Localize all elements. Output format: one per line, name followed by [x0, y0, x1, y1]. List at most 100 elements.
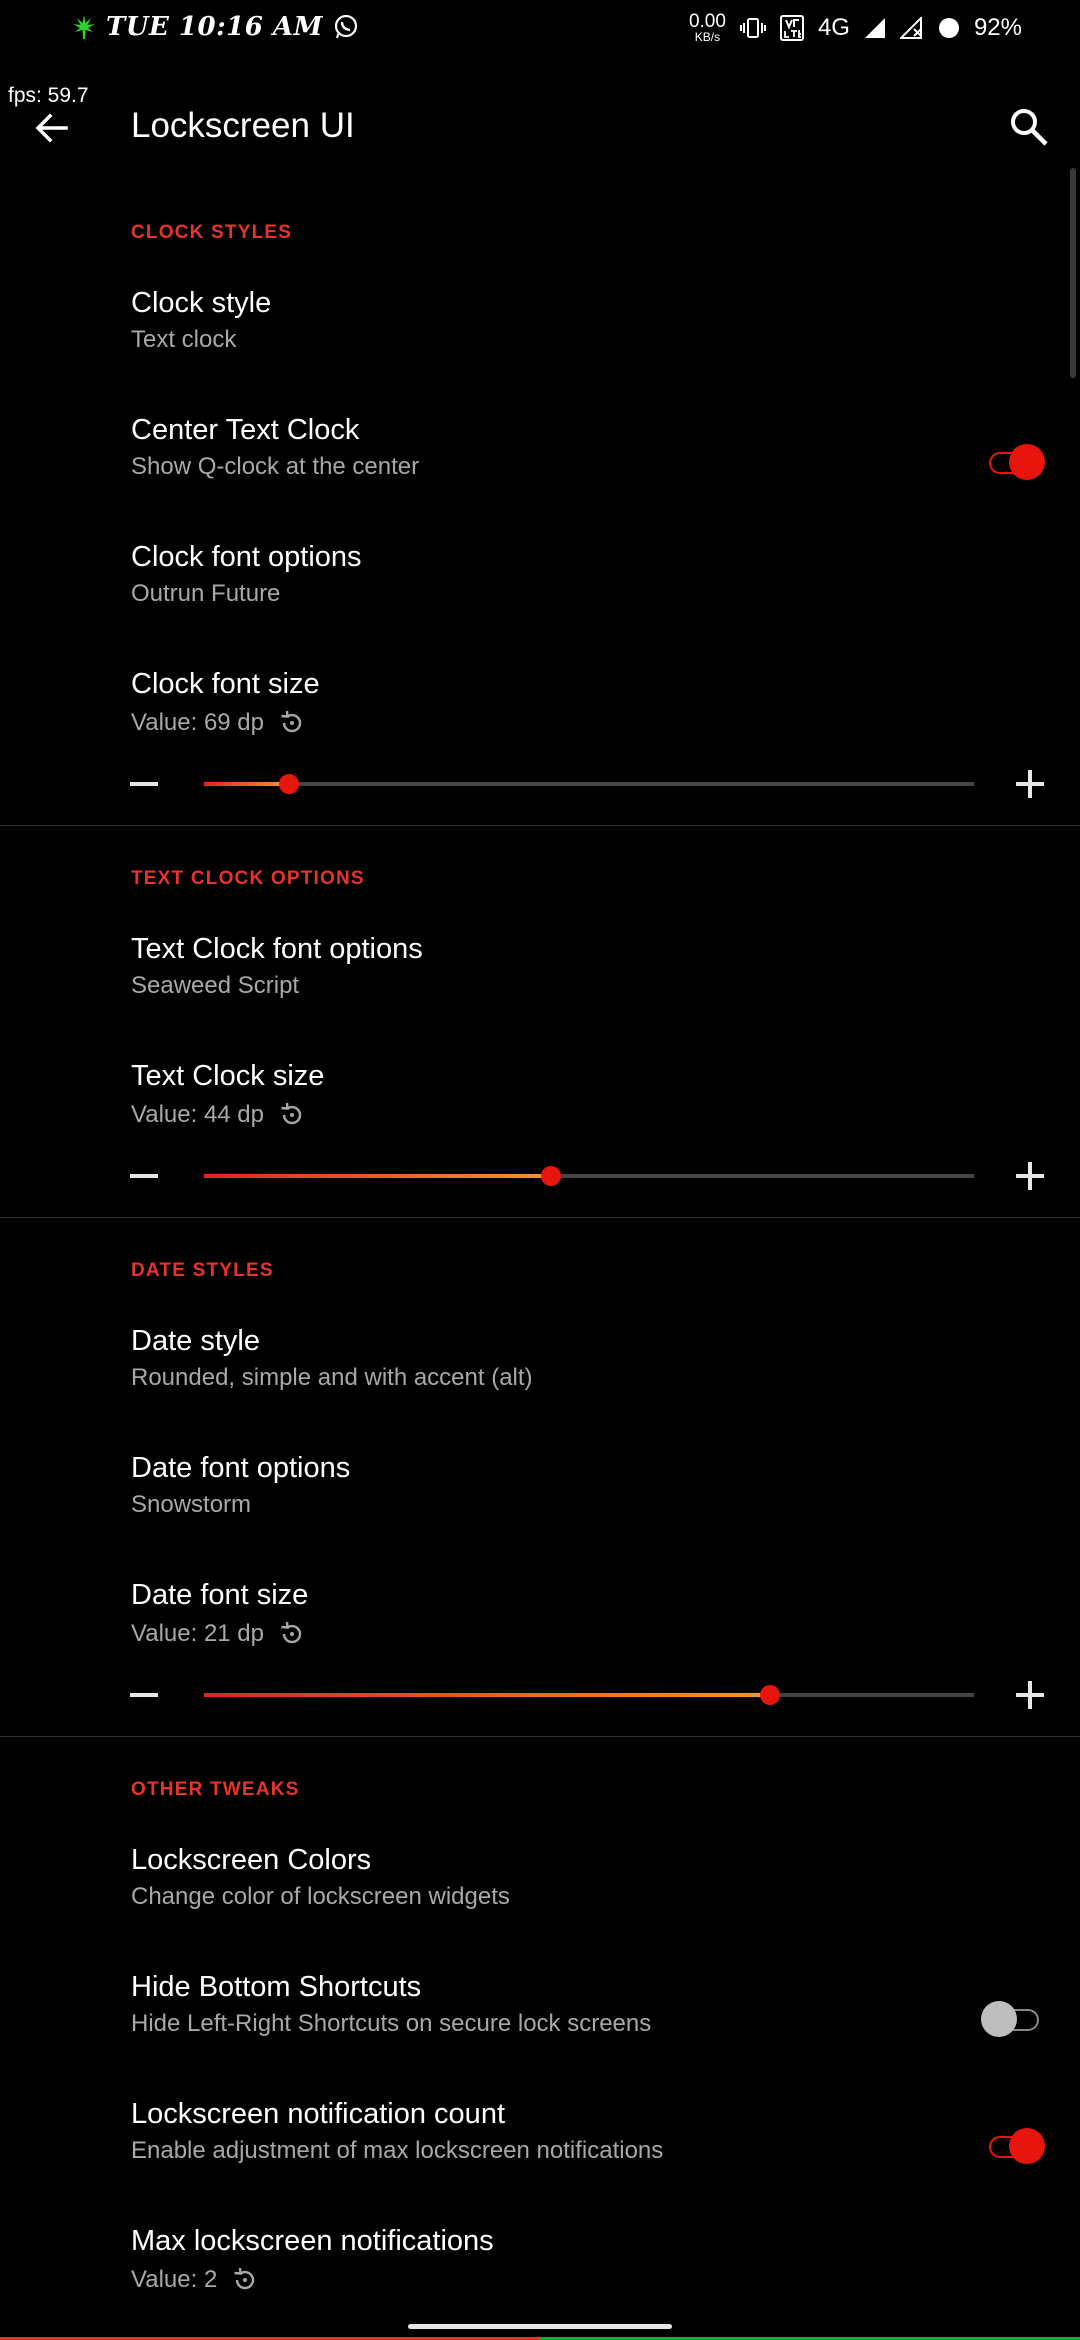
pref-hide-bottom-shortcuts[interactable]: Hide Bottom Shortcuts Hide Left-Right Sh…	[0, 1949, 1080, 2076]
switch-thumb	[1009, 444, 1045, 480]
pref-title: Clock style	[131, 287, 272, 319]
seekbar[interactable]	[204, 774, 974, 794]
value-text: Value: 69 dp	[131, 709, 264, 736]
switch-thumb	[981, 2001, 1017, 2037]
increment-button[interactable]	[1016, 1681, 1044, 1709]
pref-title: Clock font size	[131, 668, 320, 700]
gesture-navigation-pill[interactable]	[408, 2324, 672, 2329]
value-row: Value: 44 dp	[131, 1101, 1080, 1129]
pref-summary: Hide Left-Right Shortcuts on secure lock…	[131, 2010, 652, 2037]
reset-icon[interactable]	[278, 1101, 306, 1129]
section-header: DATE STYLES	[131, 1260, 274, 1281]
pref-date-style[interactable]: Date style Rounded, simple and with acce…	[0, 1303, 1080, 1430]
section-other-tweaks: OTHER TWEAKS Lockscreen Colors Change co…	[0, 1737, 1080, 2330]
pref-summary: Enable adjustment of max lockscreen noti…	[131, 2137, 664, 2164]
whatsapp-icon	[334, 14, 357, 39]
switch-thumb	[1009, 2128, 1045, 2164]
value-text: Value: 2	[131, 2266, 218, 2293]
pref-title: Text Clock font options	[131, 933, 423, 965]
notification-count-switch[interactable]	[987, 2128, 1045, 2164]
pref-title: Date style	[131, 1325, 260, 1357]
seekbar-thumb[interactable]	[278, 774, 299, 794]
pref-max-lockscreen-notifications: Max lockscreen notifications Value: 2	[0, 2203, 1080, 2330]
pref-summary: Outrun Future	[131, 580, 281, 607]
slider-row	[0, 1675, 1080, 1715]
slider-row	[0, 764, 1080, 804]
pref-text-clock-font-options[interactable]: Text Clock font options Seaweed Script	[0, 911, 1080, 1038]
seekbar-thumb[interactable]	[540, 1166, 561, 1186]
hide-bottom-shortcuts-switch[interactable]	[981, 2001, 1045, 2037]
value-text: Value: 21 dp	[131, 1620, 264, 1647]
preferences-list: CLOCK STYLES Clock style Text clock Cent…	[0, 168, 1080, 2330]
page-title: Lockscreen UI	[131, 106, 355, 145]
seekbar[interactable]	[204, 1166, 974, 1186]
status-bar-left: TUE 10:16 AM	[72, 12, 359, 42]
status-bar-right: 0.00 KB/s 4G 92%	[689, 12, 1022, 43]
pref-title: Date font options	[131, 1452, 351, 1484]
value-row: Value: 69 dp	[131, 709, 1080, 737]
status-time: TUE 10:16 AM	[106, 12, 323, 42]
section-date-styles: DATE STYLES Date style Rounded, simple a…	[0, 1218, 1080, 1737]
pref-text-clock-size: Text Clock size Value: 44 dp	[0, 1038, 1080, 1217]
value-text: Value: 44 dp	[131, 1101, 264, 1128]
cannabis-leaf-icon	[73, 15, 95, 39]
seekbar-fill	[204, 1693, 770, 1697]
pref-title: Max lockscreen notifications	[131, 2225, 494, 2257]
pref-summary: Text clock	[131, 326, 237, 353]
section-header: CLOCK STYLES	[131, 222, 293, 243]
increment-button[interactable]	[1016, 1162, 1044, 1190]
seekbar-fill	[204, 1174, 551, 1178]
value-row: Value: 21 dp	[131, 1620, 1080, 1648]
section-header: TEXT CLOCK OPTIONS	[131, 868, 365, 889]
pref-lockscreen-colors[interactable]: Lockscreen Colors Change color of locksc…	[0, 1822, 1080, 1949]
decrement-button[interactable]	[130, 1174, 158, 1178]
section-clock-styles: CLOCK STYLES Clock style Text clock Cent…	[0, 168, 1080, 826]
increment-button[interactable]	[1016, 770, 1044, 798]
pref-summary: Show Q-clock at the center	[131, 453, 420, 480]
pref-date-font-size: Date font size Value: 21 dp	[0, 1557, 1080, 1736]
volte-icon	[779, 14, 804, 41]
pref-title: Text Clock size	[131, 1060, 325, 1092]
net-speed: 0.00 KB/s	[689, 12, 726, 43]
net-speed-unit: KB/s	[694, 30, 721, 44]
seekbar-thumb[interactable]	[759, 1685, 780, 1705]
seekbar[interactable]	[204, 1685, 974, 1705]
section-text-clock-options: TEXT CLOCK OPTIONS Text Clock font optio…	[0, 826, 1080, 1218]
value-row: Value: 2	[131, 2266, 1080, 2294]
signal-off-icon	[899, 16, 922, 39]
search-icon[interactable]	[1006, 104, 1052, 150]
section-header: OTHER TWEAKS	[131, 1779, 300, 1800]
pref-clock-font-size: Clock font size Value: 69 dp	[0, 646, 1080, 825]
center-text-clock-switch[interactable]	[987, 444, 1045, 480]
net-speed-value: 0.00	[688, 11, 726, 32]
pref-center-text-clock[interactable]: Center Text Clock Show Q-clock at the ce…	[0, 392, 1080, 519]
slider-row	[0, 1156, 1080, 1196]
decrement-button[interactable]	[130, 782, 158, 786]
reset-icon[interactable]	[278, 1620, 306, 1648]
signal-icon	[864, 17, 885, 38]
battery-percent: 92%	[973, 13, 1022, 41]
pref-title: Lockscreen Colors	[131, 1844, 372, 1876]
seekbar-fill	[204, 782, 289, 786]
network-type: 4G	[817, 13, 850, 41]
pref-summary: Snowstorm	[131, 1491, 252, 1518]
reset-icon[interactable]	[278, 709, 306, 737]
app-bar: Lockscreen UI	[0, 88, 1080, 168]
reset-icon[interactable]	[231, 2266, 259, 2294]
pref-title: Date font size	[131, 1579, 309, 1611]
pref-title: Hide Bottom Shortcuts	[131, 1971, 422, 2003]
pref-lockscreen-notification-count[interactable]: Lockscreen notification count Enable adj…	[0, 2076, 1080, 2203]
pref-date-font-options[interactable]: Date font options Snowstorm	[0, 1430, 1080, 1557]
pref-title: Lockscreen notification count	[131, 2098, 505, 2130]
pref-clock-font-options[interactable]: Clock font options Outrun Future	[0, 519, 1080, 646]
pref-summary: Seaweed Script	[131, 972, 300, 999]
pref-summary: Rounded, simple and with accent (alt)	[131, 1364, 533, 1391]
vibrate-icon	[739, 17, 766, 38]
pref-summary: Change color of lockscreen widgets	[131, 1883, 510, 1910]
decrement-button[interactable]	[130, 1693, 158, 1697]
status-bar: TUE 10:16 AM 0.00 KB/s 4G 92%	[0, 0, 1080, 60]
back-arrow-icon[interactable]	[30, 106, 74, 150]
battery-icon	[938, 17, 959, 38]
pref-title: Center Text Clock	[131, 414, 360, 446]
pref-clock-style[interactable]: Clock style Text clock	[0, 265, 1080, 392]
